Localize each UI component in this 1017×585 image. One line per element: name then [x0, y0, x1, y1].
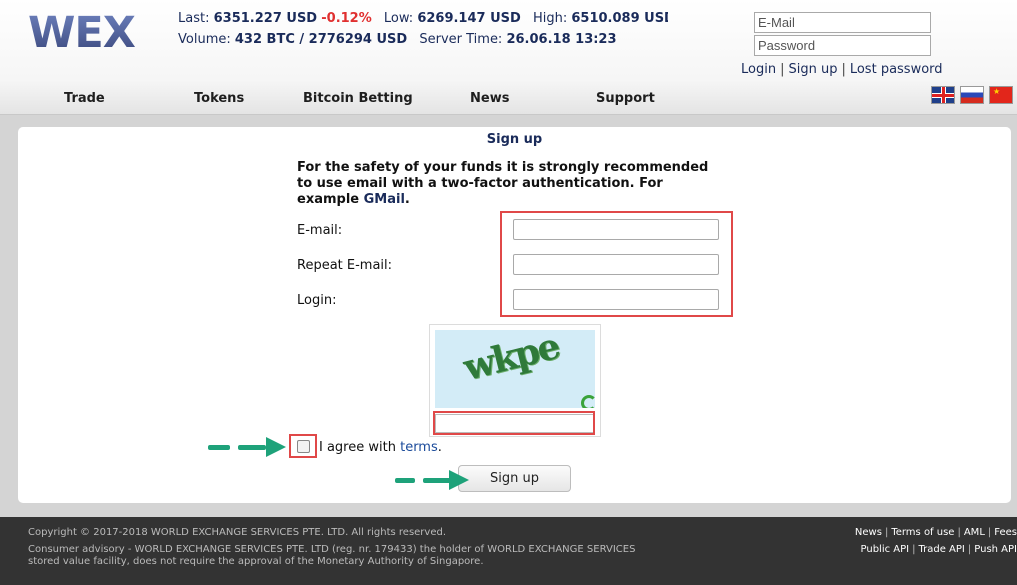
consumer-advisory: Consumer advisory - WORLD EXCHANGE SERVI…: [28, 544, 636, 567]
nav-item-trade[interactable]: Trade: [64, 91, 105, 106]
gmail-link[interactable]: GMail: [364, 192, 405, 207]
auth-links: Login | Sign up | Lost password: [741, 62, 943, 77]
security-notice: For the safety of your funds it is stron…: [297, 160, 709, 207]
volume-label: Volume:: [178, 32, 231, 47]
volume-value: 432 BTC / 2776294 USD: [234, 32, 408, 47]
volume-ticker-row: Volume: 432 BTC / 2776294 USD Server Tim…: [178, 32, 617, 47]
captcha-image: wkpe: [435, 330, 595, 408]
lost-password-link[interactable]: Lost password: [850, 62, 943, 77]
page-title: Sign up: [486, 132, 543, 147]
main-nav: Trade Tokens Bitcoin Betting News Suppor…: [0, 91, 1017, 111]
refresh-icon[interactable]: [581, 395, 595, 408]
server-time-value: 26.06.18 13:23: [506, 32, 617, 47]
russia-flag-icon[interactable]: [960, 86, 984, 104]
nav-item-news[interactable]: News: [470, 91, 509, 106]
footer-link-terms[interactable]: Terms of use: [891, 527, 954, 538]
signup-link[interactable]: Sign up: [788, 62, 837, 77]
copyright-text: Copyright © 2017-2018 WORLD EXCHANGE SER…: [28, 527, 447, 538]
last-price-label: Last:: [178, 11, 210, 26]
footer-link-public-api[interactable]: Public API: [861, 544, 910, 555]
header-password-input[interactable]: [754, 35, 931, 56]
terms-link[interactable]: terms: [400, 440, 438, 455]
low-price-label: Low:: [383, 11, 414, 26]
wex-logo[interactable]: WEX: [28, 8, 136, 58]
arrow-annotation-checkbox: [208, 437, 288, 457]
login-label: Login:: [297, 293, 337, 308]
header-email-input[interactable]: [754, 12, 931, 33]
price-change: -0.12%: [321, 11, 372, 26]
checkbox-highlight-box: [289, 434, 317, 458]
footer-link-push-api[interactable]: Push API: [974, 544, 1017, 555]
nav-item-support[interactable]: Support: [596, 91, 655, 106]
nav-item-tokens[interactable]: Tokens: [194, 91, 244, 106]
arrow-annotation-signup: [395, 470, 471, 490]
fields-highlight-box: [500, 211, 733, 317]
footer-link-aml[interactable]: AML: [964, 527, 985, 538]
signup-panel: Sign up For the safety of your funds it …: [18, 127, 1011, 503]
nav-item-bitcoin-betting[interactable]: Bitcoin Betting: [303, 91, 413, 106]
footer-link-news[interactable]: News: [855, 527, 882, 538]
site-header: WEX Last: 6351.227 USD -0.12% Low: 6269.…: [0, 0, 1017, 115]
price-ticker-row: Last: 6351.227 USD -0.12% Low: 6269.147 …: [178, 11, 668, 26]
footer-link-fees[interactable]: Fees: [994, 527, 1017, 538]
footer-link-trade-api[interactable]: Trade API: [918, 544, 964, 555]
server-time-label: Server Time:: [419, 32, 503, 47]
email-label: E-mail:: [297, 223, 343, 238]
footer-links-row-2: Public API | Trade API | Push API: [860, 544, 1017, 555]
last-price-value: 6351.227 USD: [213, 11, 318, 26]
uk-flag-icon[interactable]: [931, 86, 955, 104]
signup-submit-button[interactable]: Sign up: [458, 465, 571, 492]
high-price-value: 6510.089 USD: [571, 11, 668, 26]
agree-label: I agree with terms.: [319, 440, 442, 455]
china-flag-icon[interactable]: ★: [989, 86, 1013, 104]
low-price-value: 6269.147 USD: [417, 11, 521, 26]
captcha-highlight-box: [433, 411, 595, 435]
site-footer: Copyright © 2017-2018 WORLD EXCHANGE SER…: [0, 517, 1017, 585]
repeat-email-label: Repeat E-mail:: [297, 258, 393, 273]
high-price-label: High:: [532, 11, 568, 26]
footer-links-row-1: News | Terms of use | AML | Fees: [854, 527, 1017, 538]
login-link[interactable]: Login: [741, 62, 776, 77]
